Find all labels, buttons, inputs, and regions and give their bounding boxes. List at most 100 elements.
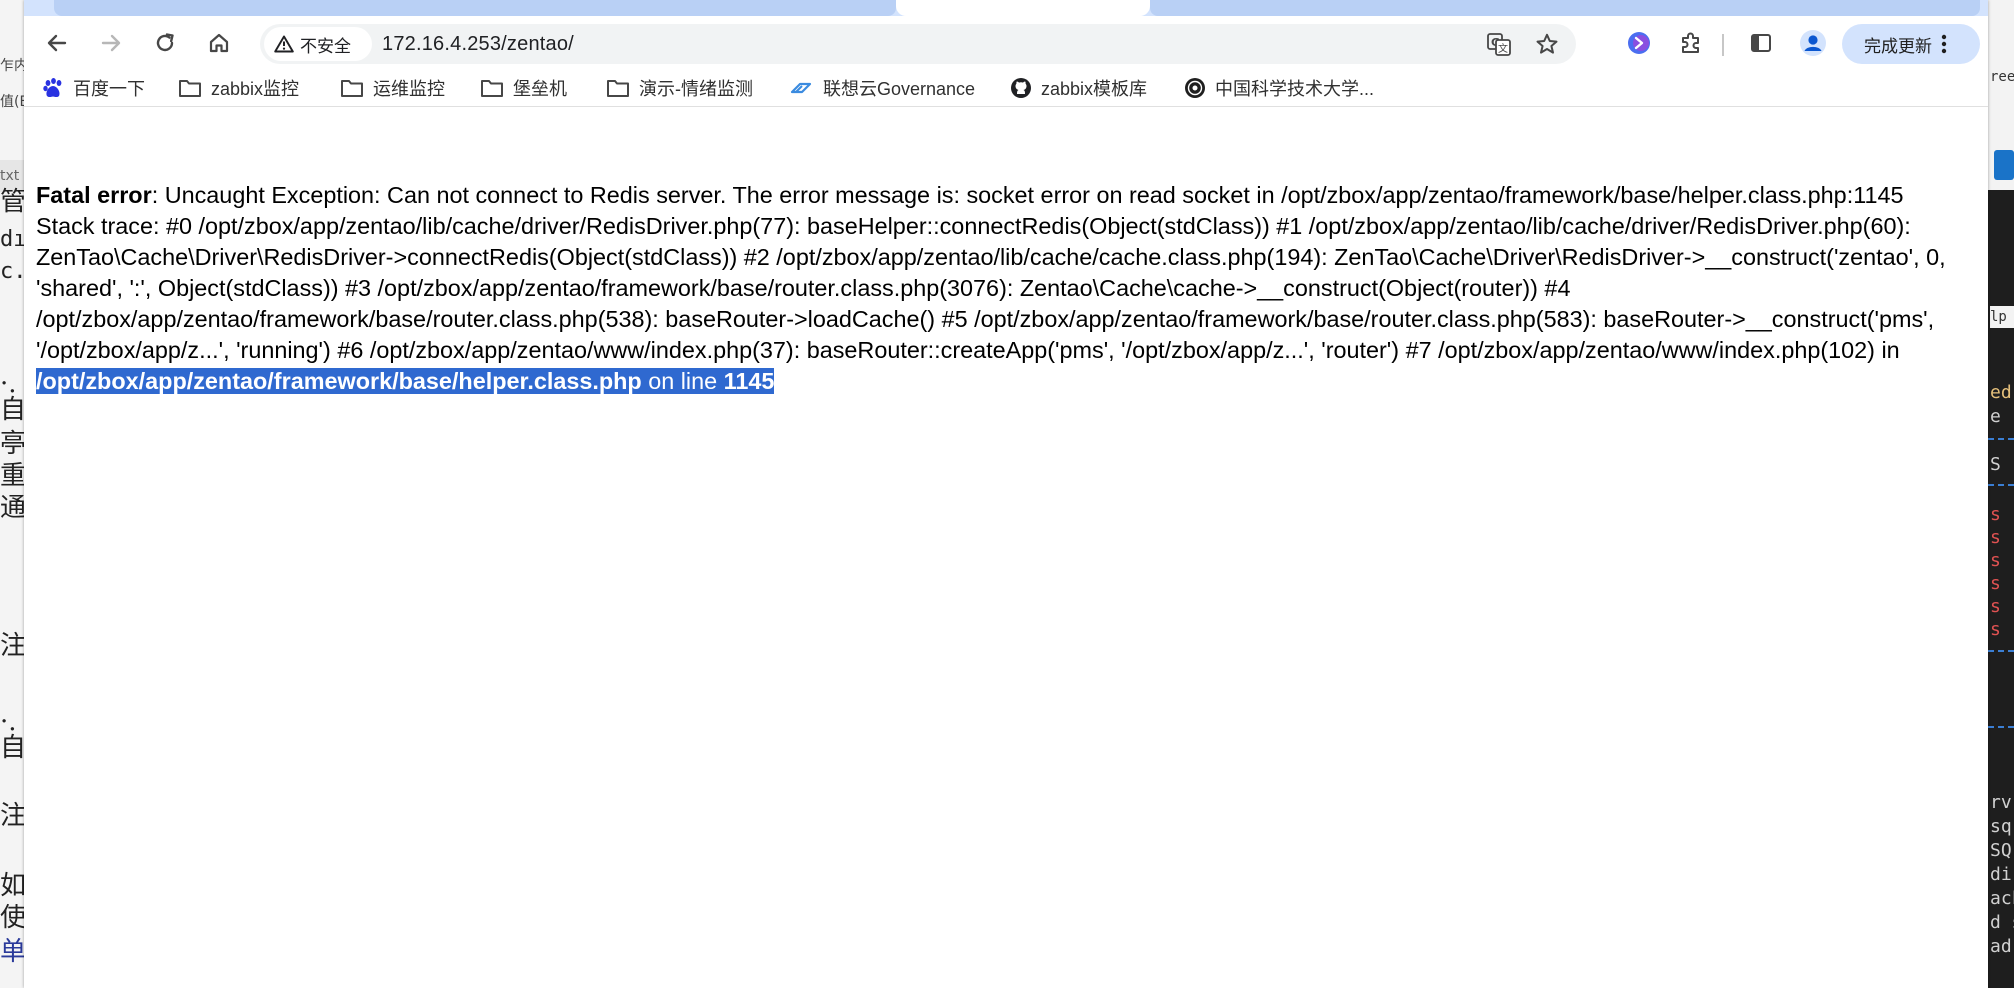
- background-glyph: 通: [0, 493, 24, 523]
- tab-active[interactable]: [896, 0, 1150, 16]
- terminal-line: ad: [1990, 936, 2012, 957]
- terminal-line: s: [1990, 619, 2001, 640]
- site-info-chip[interactable]: 不安全: [264, 27, 372, 61]
- background-glyph: c.: [0, 259, 24, 284]
- baidu-paw-icon: [43, 78, 62, 98]
- background-partial-label: ree: [1990, 69, 2014, 85]
- arrow-right-icon: [101, 34, 121, 52]
- security-label: 不安全: [300, 36, 351, 56]
- background-glyph: 使: [0, 903, 24, 933]
- terminal-line: s: [1990, 596, 2001, 617]
- terminal-line: di: [1990, 864, 2012, 885]
- extension-button[interactable]: [1622, 26, 1656, 60]
- terminal-rule: [1988, 650, 2014, 652]
- background-window-left: 乍内 值(E) txt 管 dı c. ·. 自 亭 重 通 注 ·. 自 注 …: [0, 0, 25, 988]
- background-glyph: 亭: [0, 429, 24, 459]
- terminal-rule: [1988, 438, 2014, 440]
- terminal-rule: [1988, 484, 2014, 486]
- tab-strip: [24, 0, 1988, 16]
- translate-icon: G文: [1487, 33, 1511, 56]
- error-label: Fatal error: [36, 182, 152, 208]
- bookmark-label: 运维监控: [373, 79, 445, 99]
- bookmark-label: 演示-情绪监测: [639, 79, 753, 99]
- extension-badge-icon: [1628, 32, 1650, 54]
- translate-button[interactable]: G文: [1484, 29, 1514, 59]
- url-text[interactable]: 172.16.4.253/zentao/: [382, 24, 574, 64]
- terminal-line: d s: [1990, 912, 2014, 933]
- puzzle-piece-icon: [1682, 32, 1699, 53]
- error-message: Fatal error: Uncaught Exception: Can not…: [36, 180, 1968, 397]
- bookmark-folder-bastion[interactable]: 堡垒机: [480, 74, 567, 102]
- background-glyph: 注: [0, 801, 24, 831]
- background-glyph: 如: [0, 871, 24, 901]
- error-file: /opt/zbox/app/zentao/framework/base/help…: [36, 368, 642, 394]
- background-glyph: 单: [0, 937, 24, 967]
- bookmark-folder-zabbix[interactable]: zabbix监控: [178, 74, 299, 102]
- background-partial-label: lp: [1990, 306, 2014, 328]
- ustc-logo-icon: [1185, 78, 1205, 98]
- error-body: : Uncaught Exception: Can not connect to…: [36, 182, 1946, 363]
- toolbar-divider: [1722, 34, 1724, 56]
- folder-icon: [481, 80, 503, 97]
- error-line-number: 1145: [723, 368, 775, 394]
- background-glyph: 自: [0, 733, 24, 763]
- tab-inactive[interactable]: [54, 0, 896, 16]
- update-button-label: 完成更新: [1864, 36, 1932, 56]
- side-panel-button[interactable]: [1744, 26, 1778, 60]
- reload-icon: [156, 33, 174, 52]
- bookmark-label: 堡垒机: [513, 79, 567, 99]
- bookmark-baidu[interactable]: 百度一下: [42, 74, 145, 102]
- bookmark-folder-ops[interactable]: 运维监控: [340, 74, 445, 102]
- terminal-line: rv: [1990, 792, 2012, 813]
- folder-icon: [179, 80, 201, 97]
- background-partial-label: 乍内: [0, 58, 24, 74]
- terminal-line: s: [1990, 527, 2001, 548]
- forward-button[interactable]: [94, 26, 128, 60]
- back-button[interactable]: [40, 26, 74, 60]
- page-content: Fatal error: Uncaught Exception: Can not…: [36, 180, 1968, 397]
- terminal-line: S: [1990, 454, 2001, 475]
- background-glyph: 注: [0, 631, 24, 661]
- terminal-line: e: [1990, 406, 2001, 427]
- bookmark-folder-demo[interactable]: 演示-情绪监测: [606, 74, 753, 102]
- background-partial-label: 值(E): [0, 94, 24, 110]
- arrow-left-icon: [47, 34, 67, 52]
- background-glyph: 重: [0, 461, 24, 491]
- bookmark-ustc[interactable]: 中国科学技术大学...: [1184, 74, 1374, 102]
- avatar-icon: [1800, 30, 1826, 56]
- bookmark-star-button[interactable]: [1532, 29, 1562, 59]
- lenovo-cloud-icon: [790, 82, 812, 94]
- reload-button[interactable]: [148, 26, 182, 60]
- background-app-icon: [1994, 150, 2014, 180]
- home-button[interactable]: [202, 26, 236, 60]
- profile-button[interactable]: [1796, 26, 1830, 60]
- background-glyph: 管: [0, 187, 24, 217]
- bookmark-label: 百度一下: [73, 79, 145, 99]
- browser-window: 不安全 172.16.4.253/zentao/ G文 完成更新: [24, 0, 1988, 988]
- extensions-menu-button[interactable]: [1674, 26, 1708, 60]
- browser-toolbar: 不安全 172.16.4.253/zentao/ G文 完成更新: [24, 16, 1988, 68]
- terminal-line: SQ: [1990, 840, 2012, 861]
- terminal-line: ed: [1990, 382, 2012, 403]
- terminal-line: s: [1990, 550, 2001, 571]
- background-glyph: dı: [0, 227, 24, 252]
- background-glyph: 自: [0, 395, 24, 425]
- update-button[interactable]: 完成更新: [1842, 24, 1980, 64]
- terminal-line: sq: [1990, 816, 2012, 837]
- selected-text: /opt/zbox/app/zentao/framework/base/help…: [36, 368, 775, 394]
- bookmark-label: 中国科学技术大学...: [1215, 79, 1375, 99]
- tab-inactive[interactable]: [1150, 0, 1980, 16]
- background-window-right: ree lp ed e S s s s s s s rv sq SQ di ac…: [1988, 0, 2014, 988]
- error-line-word: on line: [641, 368, 724, 394]
- bookmark-lenovo-governance[interactable]: 联想云Governance: [788, 74, 975, 102]
- address-bar[interactable]: 不安全 172.16.4.253/zentao/ G文: [260, 24, 1576, 64]
- svg-text:文: 文: [1498, 42, 1508, 55]
- terminal-line: s: [1990, 573, 2001, 594]
- star-icon: [1536, 33, 1558, 54]
- terminal-line: s: [1990, 504, 2001, 525]
- folder-icon: [341, 80, 363, 97]
- more-vert-icon: [1941, 34, 1947, 54]
- home-icon: [209, 33, 229, 53]
- bookmark-zabbix-templates[interactable]: zabbix模板库: [1010, 74, 1147, 102]
- github-icon: [1011, 78, 1031, 98]
